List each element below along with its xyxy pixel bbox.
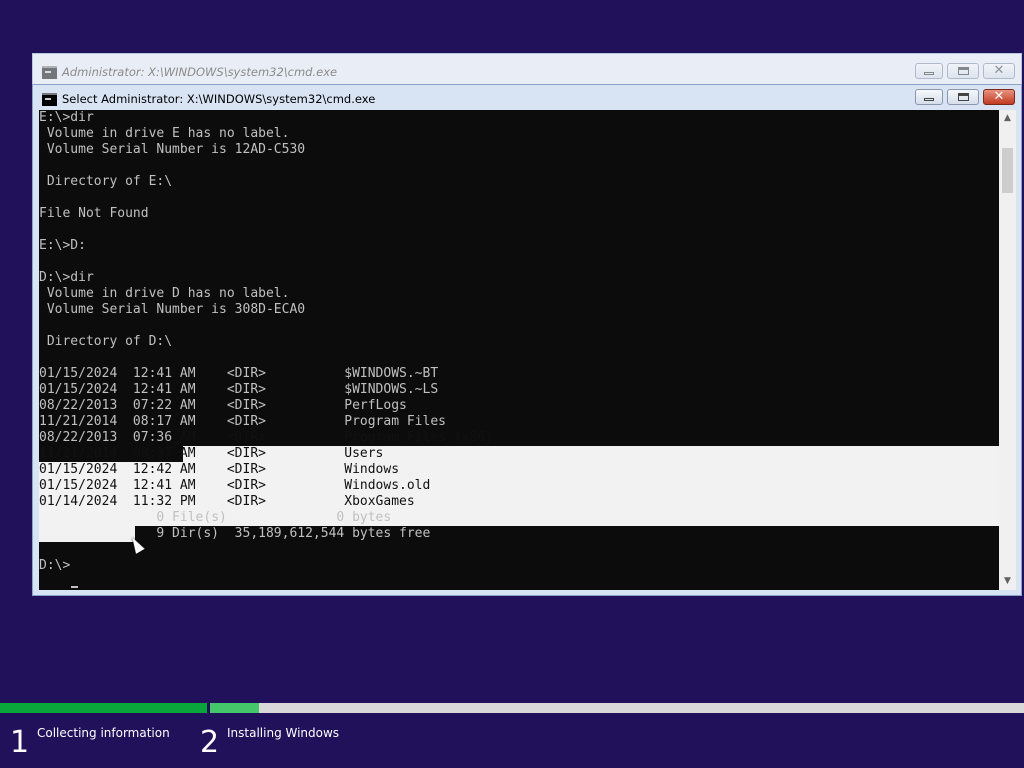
console-line: D:\> [39, 558, 71, 573]
setup-progress-bar [0, 703, 1024, 713]
console-line: 01/14/2024 11:32 PM <DIR> XboxGames [39, 494, 415, 509]
console-output[interactable]: E:\>dir Volume in drive E has no label. … [39, 110, 999, 590]
console-line: 08/22/2013 07:36 AM <DIR> Program Files … [39, 430, 493, 445]
background-window-title: Administrator: X:\WINDOWS\system32\cmd.e… [62, 65, 338, 79]
console-line: Volume Serial Number is 12AD-C530 [39, 142, 306, 157]
console-line: 11/21/2014 08:37 AM <DIR> Users [39, 446, 384, 461]
maximize-icon [957, 93, 969, 101]
scroll-up-arrow-icon[interactable]: ▲ [999, 110, 1016, 127]
console-line: E:\>dir [39, 110, 94, 125]
console-line: Directory of E:\ [39, 174, 173, 189]
scrollbar-thumb[interactable] [1002, 148, 1013, 193]
console-line: Volume Serial Number is 308D-ECA0 [39, 302, 306, 317]
background-window-titlebar[interactable]: Administrator: X:\WINDOWS\system32\cmd.e… [33, 54, 1021, 88]
console-line: 01/15/2024 12:41 AM <DIR> $WINDOWS.~BT [39, 366, 439, 381]
minimize-icon [924, 98, 934, 101]
console-line: 08/22/2013 07:22 AM <DIR> PerfLogs [39, 398, 407, 413]
background-close-button[interactable]: ✕ [983, 63, 1015, 79]
console-line: 9 Dir(s) 35,189,612,544 bytes free [39, 526, 431, 541]
minimize-icon [924, 72, 934, 75]
scroll-down-arrow-icon[interactable]: ▼ [999, 573, 1016, 590]
background-maximize-button[interactable] [947, 63, 979, 79]
background-minimize-button[interactable] [915, 63, 943, 79]
step-1-number: 1 [10, 725, 30, 760]
close-button[interactable]: ✕ [983, 89, 1015, 105]
console-line: E:\>D: [39, 238, 86, 253]
close-icon: ✕ [993, 63, 1005, 78]
console-line: Volume in drive E has no label. [39, 126, 290, 141]
minimize-button[interactable] [915, 89, 943, 105]
text-cursor [71, 586, 78, 588]
console-line: Volume in drive D has no label. [39, 286, 290, 301]
console-line: D:\>dir [39, 270, 94, 285]
console-line: 11/21/2014 08:17 AM <DIR> Program Files [39, 414, 446, 429]
console-line: 01/15/2024 12:41 AM <DIR> $WINDOWS.~LS [39, 382, 439, 397]
maximize-button[interactable] [947, 89, 979, 105]
step-2-number: 2 [200, 725, 220, 760]
console-line: Directory of D:\ [39, 334, 173, 349]
progress-step1-fill [0, 703, 207, 713]
console-line: File Not Found [39, 206, 149, 221]
step-1-label: Collecting information [37, 726, 170, 740]
close-icon: ✕ [993, 89, 1005, 104]
step-2-label: Installing Windows [227, 726, 340, 740]
console-line: 0 File(s) 0 bytes [132, 510, 392, 525]
cmd-icon [42, 66, 57, 79]
progress-step2-fill [210, 703, 259, 713]
vertical-scrollbar[interactable]: ▲ ▼ [999, 110, 1016, 590]
maximize-icon [957, 67, 969, 75]
console-line: 01/15/2024 12:41 AM <DIR> Windows.old [39, 478, 431, 493]
cmd-window-title: Select Administrator: X:\WINDOWS\system3… [62, 92, 376, 106]
cmd-icon [42, 93, 57, 106]
cmd-window-titlebar[interactable]: Select Administrator: X:\WINDOWS\system3… [33, 85, 1021, 109]
cmd-window[interactable]: Select Administrator: X:\WINDOWS\system3… [32, 84, 1022, 596]
console-line: 01/15/2024 12:42 AM <DIR> Windows [39, 462, 400, 477]
